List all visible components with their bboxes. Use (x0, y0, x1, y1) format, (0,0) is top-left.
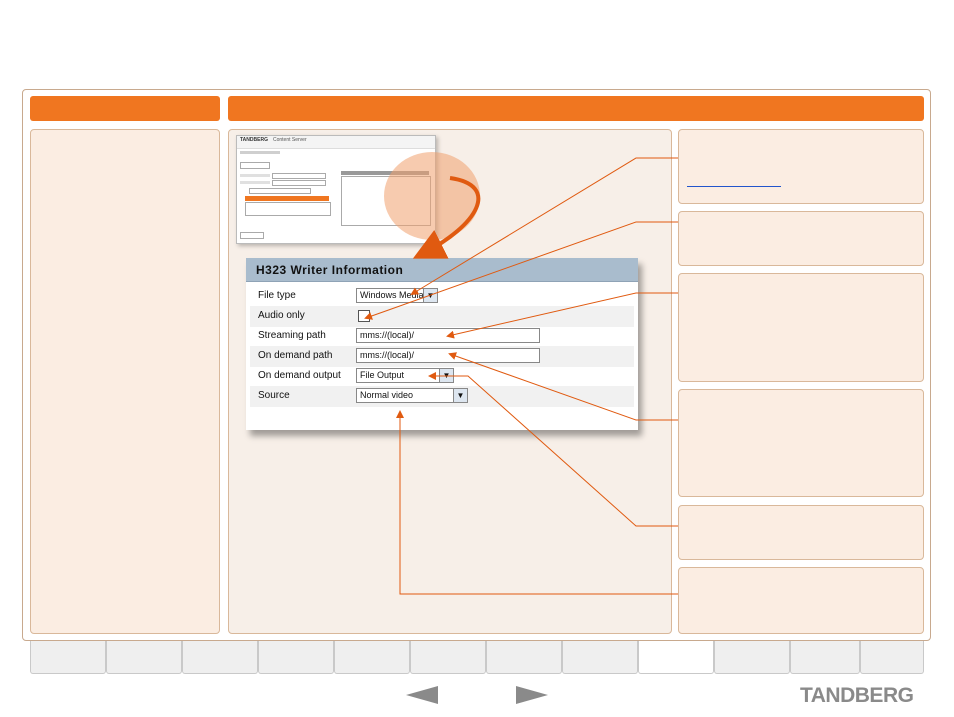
tab-1[interactable] (30, 641, 106, 674)
thumbnail-topbar: TANDBERG Content Server (237, 136, 435, 149)
row-source: Source Normal video ▼ (250, 386, 634, 407)
thumbnail-button (240, 232, 264, 239)
thumbnail-orange-bar (245, 196, 329, 201)
row-streaming-path: Streaming path mms://(local)/ (250, 326, 634, 347)
row-audio-only: Audio only (250, 306, 634, 327)
source-value: Normal video (360, 390, 414, 400)
left-arrow-icon[interactable] (406, 686, 438, 704)
tab-11[interactable] (790, 641, 860, 674)
tab-7[interactable] (486, 641, 562, 674)
callout-streaming-path (678, 273, 924, 382)
streaming-path-label: Streaming path (258, 330, 326, 341)
on-demand-output-value: File Output (360, 370, 405, 380)
source-label: Source (258, 390, 290, 401)
left-header-bar (30, 96, 220, 121)
streaming-path-input[interactable]: mms://(local)/ (356, 328, 540, 343)
tab-8[interactable] (562, 641, 638, 674)
on-demand-output-label: On demand output (258, 370, 341, 381)
callout-on-demand-path (678, 389, 924, 497)
tab-9[interactable] (638, 641, 714, 674)
tab-2[interactable] (106, 641, 182, 674)
callout-on-demand-output (678, 505, 924, 560)
row-on-demand-path: On demand path mms://(local)/ (250, 346, 634, 367)
tab-4[interactable] (258, 641, 334, 674)
thumbnail-row (240, 151, 280, 154)
chevron-down-icon: ▼ (453, 389, 467, 402)
main-header-bar (228, 96, 924, 121)
callout-audio-only (678, 211, 924, 266)
tab-12[interactable] (860, 641, 924, 674)
tab-5[interactable] (334, 641, 410, 674)
thumbnail-field (272, 173, 326, 179)
thumbnail-row (240, 181, 270, 184)
audio-only-checkbox[interactable] (358, 310, 370, 322)
tab-10[interactable] (714, 641, 790, 674)
thumbnail-logo: TANDBERG (240, 137, 268, 143)
h323-writer-panel: H323 Writer Information File type Window… (246, 258, 638, 430)
thumbnail-list (245, 202, 331, 216)
panel-header: H323 Writer Information (246, 258, 638, 282)
right-arrow-icon[interactable] (516, 686, 548, 704)
row-file-type: File type Windows Media ▼ (250, 286, 634, 307)
magnifier-highlight (384, 152, 480, 240)
tab-6[interactable] (410, 641, 486, 674)
left-sidebar-panel (30, 129, 220, 634)
file-type-select[interactable]: Windows Media ▼ (356, 288, 438, 303)
thumbnail-title: Content Server (273, 137, 307, 143)
audio-only-label: Audio only (258, 310, 305, 321)
callout-source (678, 567, 924, 634)
file-type-value: Windows Media (360, 290, 424, 300)
thumbnail-field (272, 180, 326, 186)
thumbnail-button (240, 162, 270, 169)
file-type-label: File type (258, 290, 296, 301)
on-demand-path-input[interactable]: mms://(local)/ (356, 348, 540, 363)
chevron-down-icon: ▼ (439, 369, 453, 382)
thumbnail-row (240, 174, 270, 177)
on-demand-path-label: On demand path (258, 350, 333, 361)
tandberg-logo: TANDBERG (800, 684, 914, 707)
on-demand-output-select[interactable]: File Output ▼ (356, 368, 454, 383)
bottom-tab-bar (22, 641, 931, 675)
panel-title: H323 Writer Information (256, 263, 404, 277)
source-select[interactable]: Normal video ▼ (356, 388, 468, 403)
chevron-down-icon: ▼ (423, 289, 437, 302)
tab-3[interactable] (182, 641, 258, 674)
thumbnail-field (249, 188, 311, 194)
callout-file-type (678, 129, 924, 204)
callout-link[interactable] (687, 185, 781, 187)
row-on-demand-output: On demand output File Output ▼ (250, 366, 634, 387)
